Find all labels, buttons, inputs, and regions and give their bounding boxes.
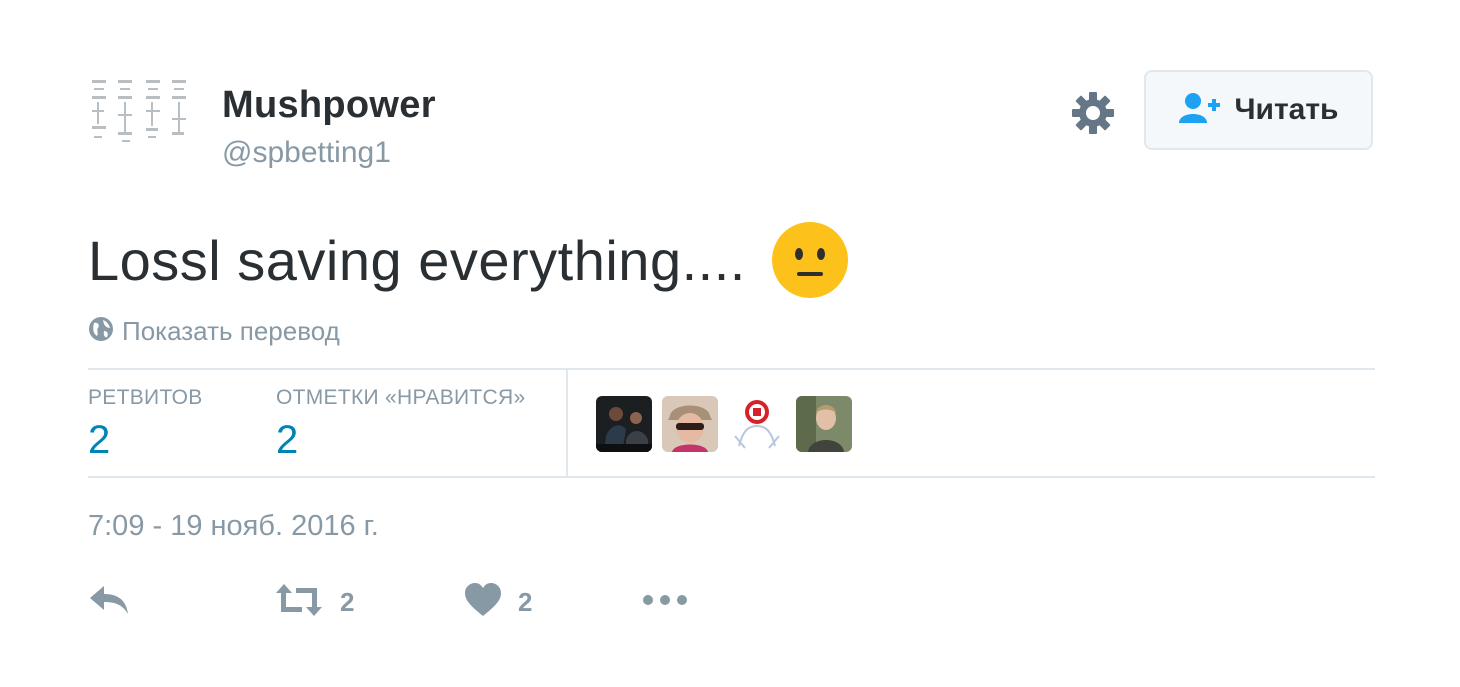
divider-top <box>88 368 1375 370</box>
retweet-count: 2 <box>340 587 355 617</box>
liker-avatar[interactable] <box>596 396 652 452</box>
show-translation-link[interactable]: Показать перевод <box>88 316 340 347</box>
like-button[interactable]: 2 <box>464 582 532 623</box>
tweet-timestamp[interactable]: 7:09 - 19 нояб. 2016 г. <box>88 510 379 543</box>
follow-button-label: Читать <box>1234 93 1339 126</box>
reply-icon <box>88 582 132 623</box>
liker-avatar[interactable] <box>796 396 852 452</box>
display-name[interactable]: Mushpower <box>222 84 436 127</box>
retweets-label: РЕТВИТОВ <box>88 386 203 409</box>
like-count: 2 <box>518 587 533 617</box>
user-handle[interactable]: @spbetting1 <box>222 136 391 170</box>
tweet-text: Lossl saving everything.... <box>88 222 848 298</box>
divider-bottom <box>88 476 1375 478</box>
add-user-icon <box>1178 91 1222 130</box>
retweet-button[interactable]: 2 <box>274 582 354 623</box>
user-avatar[interactable] <box>88 74 196 160</box>
neutral-face-emoji <box>771 222 848 298</box>
heart-icon <box>464 582 502 623</box>
tweet-text-content: Lossl saving everything.... <box>88 228 746 292</box>
follow-button[interactable]: Читать <box>1144 70 1373 150</box>
more-button[interactable] <box>640 582 690 623</box>
stats-vertical-divider <box>566 370 568 476</box>
likes-count: 2 <box>276 418 299 462</box>
likes-label: ОТМЕТКИ «НРАВИТСЯ» <box>276 386 526 409</box>
show-translation-label: Показать перевод <box>122 316 340 346</box>
likes-stat[interactable]: ОТМЕТКИ «НРАВИТСЯ» 2 <box>276 386 525 463</box>
retweets-stat[interactable]: РЕТВИТОВ 2 <box>88 386 203 463</box>
liker-avatar[interactable] <box>729 396 785 452</box>
globe-icon <box>88 316 114 347</box>
reply-button[interactable] <box>88 582 132 623</box>
retweets-count: 2 <box>88 418 111 462</box>
liker-avatar[interactable] <box>662 396 718 452</box>
retweet-icon <box>274 582 324 623</box>
more-icon <box>640 582 690 623</box>
gear-icon[interactable] <box>1070 90 1116 136</box>
